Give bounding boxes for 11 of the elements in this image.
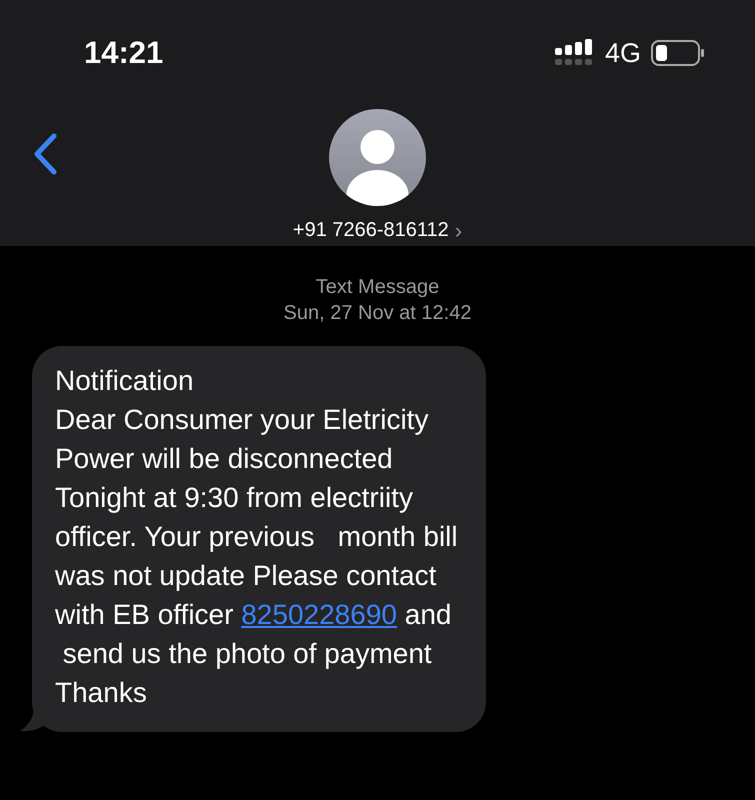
clock-time: 14:21 bbox=[84, 34, 164, 72]
battery-icon bbox=[651, 40, 705, 66]
message-text: Notification Dear Consumer your Eletricity Power will be disconnected Tonight at 9:30 from electriity officer. Your previous month bill was not update Please contact with EB officer 8250228690 and send us the photo of payment Thanks bbox=[55, 364, 458, 710]
contact-name[interactable]: +91 7266-816112 › bbox=[292, 214, 462, 246]
message-timestamp: Sun, 27 Nov at 12:42 bbox=[284, 301, 472, 326]
signal-icon bbox=[554, 39, 595, 68]
avatar-icon bbox=[329, 108, 426, 206]
phone-link[interactable]: 8250228690 bbox=[241, 599, 397, 630]
thread-label: Text Message bbox=[316, 275, 440, 300]
network-label: 4G bbox=[604, 37, 641, 70]
back-icon[interactable] bbox=[32, 133, 58, 175]
